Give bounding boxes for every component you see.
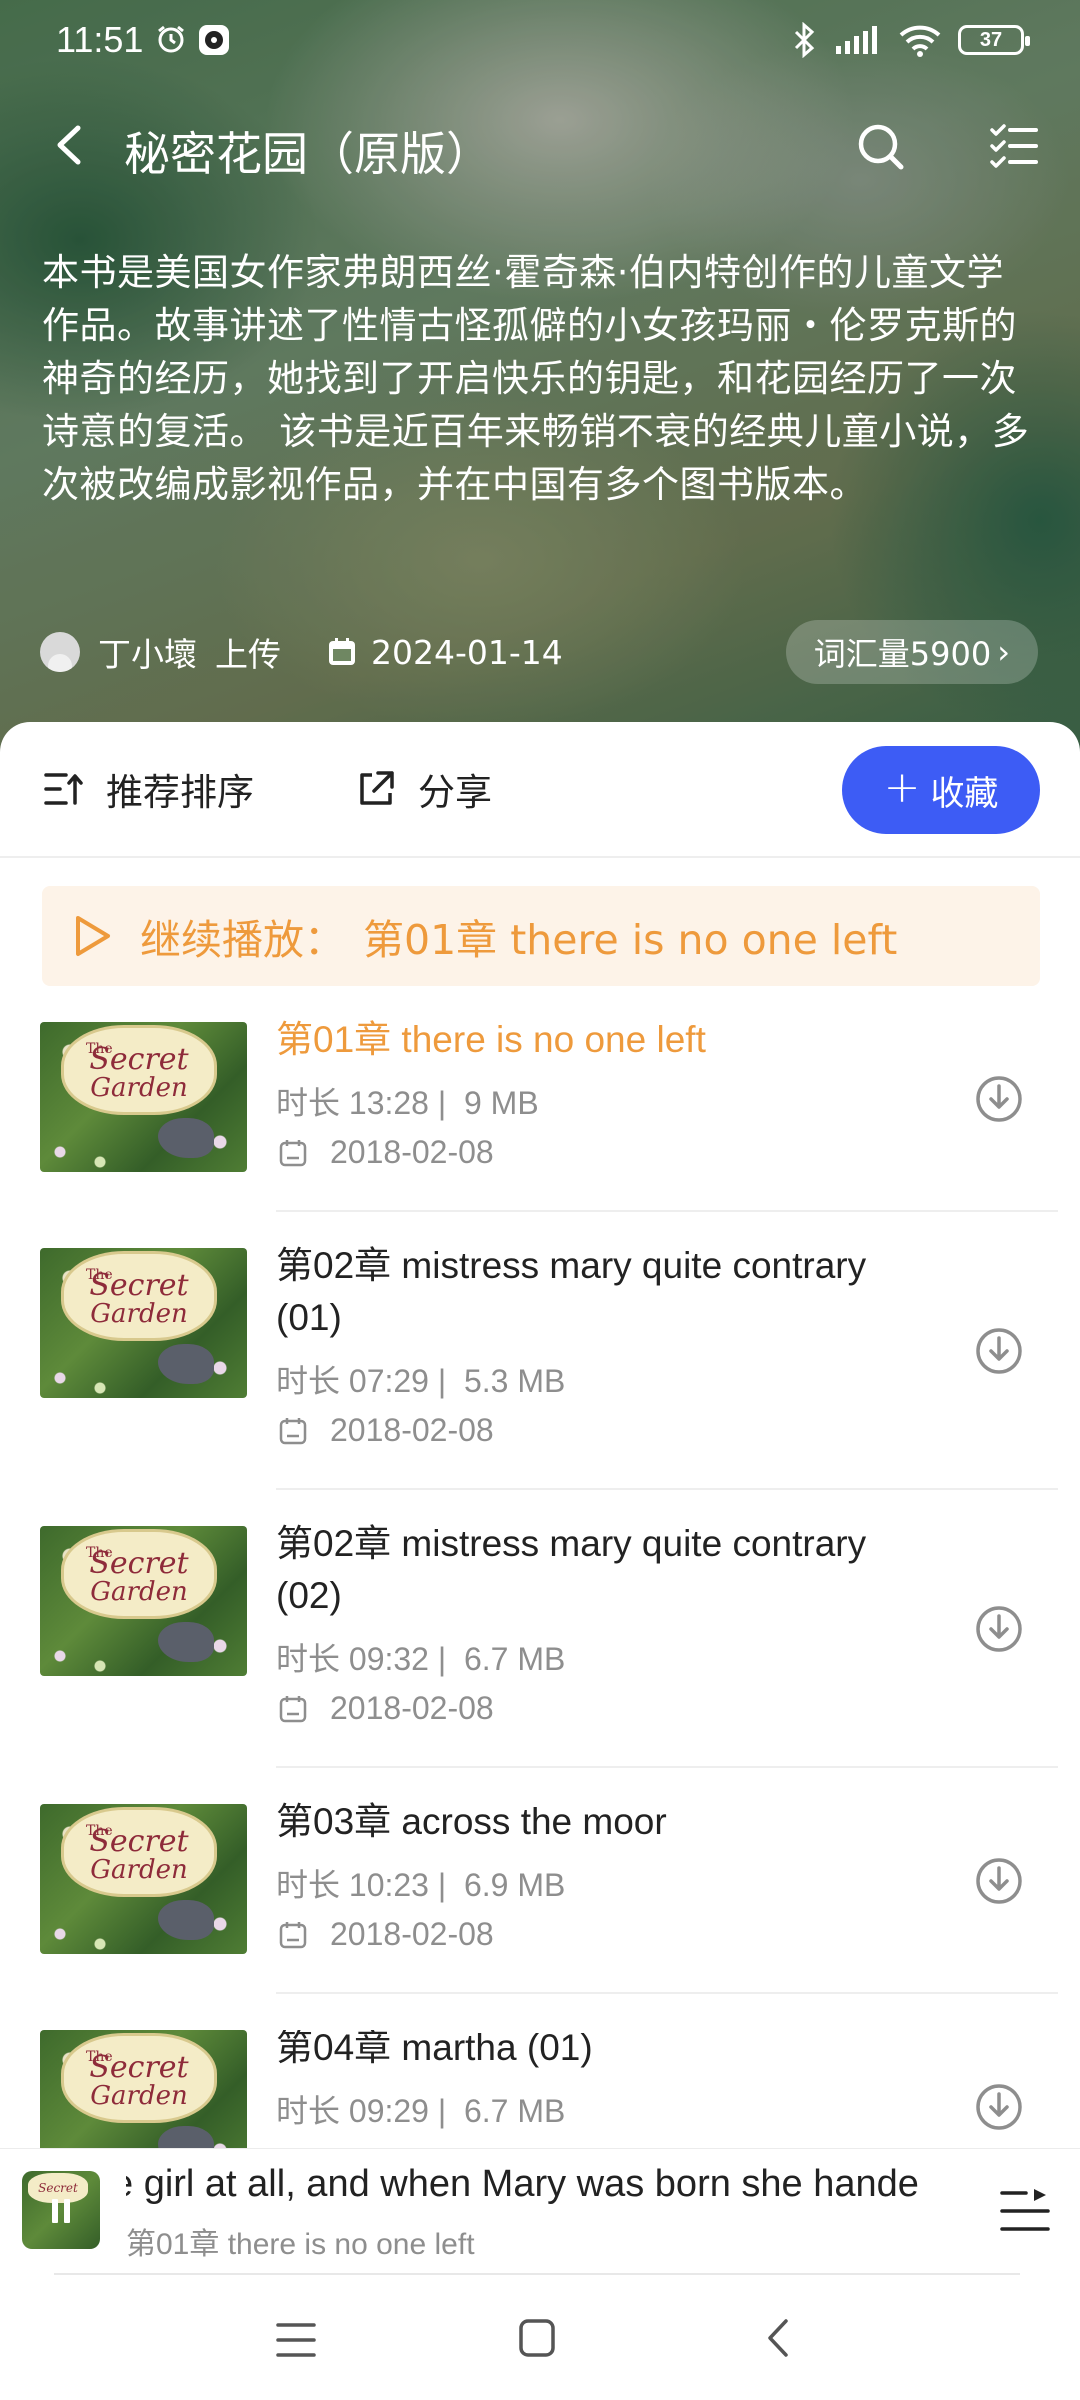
nav-back-icon[interactable] (766, 2318, 790, 2358)
app-notification-icon (199, 25, 230, 55)
episode-meta: 时长 07:29 | 5.3 MB (276, 1356, 565, 1402)
episode-meta: 时长 09:32 | 6.7 MB (276, 1634, 565, 1680)
continue-chapter: 第01章 there is no one left (363, 916, 898, 964)
episode-date: 2018-02-08 (278, 1916, 494, 1953)
calendar-icon (279, 1417, 307, 1444)
continue-play-bar[interactable]: 继续播放： 第01章 there is no one left (42, 886, 1040, 986)
divider (276, 1992, 1058, 1994)
player-lyric: e girl at all, and when Mary was born sh… (126, 2163, 919, 2205)
book-meta: 丁小壞 上传 2024-01-14 词汇量5900 › (40, 616, 1040, 688)
pause-icon[interactable] (52, 2199, 72, 2223)
list-item[interactable]: The Secret Garden 第04章 martha (01) 时长 09:2… (0, 2030, 1080, 2148)
episode-date: 2018-02-08 (278, 1134, 494, 1171)
page-title: 秘密花园（原版） (124, 127, 492, 181)
episode-size: 6.7 MB (463, 1641, 566, 1677)
chevron-right-icon: › (997, 633, 1010, 671)
episode-cover: The Secret Garden (40, 1022, 247, 1172)
system-navigation-bar (0, 2276, 1080, 2400)
plus-icon: + (883, 762, 921, 813)
favorite-label: 收藏 (930, 773, 999, 814)
episode-cover: The Secret Garden (40, 1248, 247, 1398)
episode-title: 第01章 there is no one left (276, 1019, 706, 1060)
divider (276, 1766, 1058, 1768)
book-description: 本书是美国女作家弗朗西丝·霍奇森·伯内特创作的儿童文学作品。故事讲述了性情古怪孤… (42, 251, 1030, 506)
upload-label: 上传 (215, 635, 281, 674)
battery-indicator: 37 (958, 25, 1030, 55)
playlist-icon[interactable] (1000, 2187, 1050, 2235)
share-label: 分享 (418, 771, 492, 814)
status-bar: 11:51 37 (0, 0, 1080, 80)
mini-player[interactable]: Secret e girl at all, and when Mary was … (0, 2148, 1080, 2275)
nav-bar: 秘密花园（原版） (0, 100, 1080, 190)
sort-icon (44, 773, 83, 805)
episode-title: 第03章 across the moor (276, 1801, 667, 1842)
episode-meta: 时长 10:23 | 6.9 MB (276, 1860, 565, 1906)
episode-date: 2018-02-08 (278, 1690, 494, 1727)
bluetooth-icon (794, 22, 815, 58)
back-icon[interactable] (48, 122, 92, 168)
episode-date: 2018-02-08 (278, 1412, 494, 1449)
download-icon[interactable] (974, 1604, 1024, 1654)
episode-cover: The Secret Garden (40, 2030, 247, 2148)
episode-title: 第04章 martha (01) (276, 2030, 593, 2068)
sort-label: 推荐排序 (106, 771, 254, 814)
vocab-button[interactable]: 词汇量5900 › (785, 620, 1038, 684)
favorite-button[interactable]: + 收藏 (842, 746, 1040, 834)
calendar-icon (279, 1139, 307, 1166)
episode-cover: The Secret Garden (40, 1804, 247, 1954)
episode-meta: 时长 09:29 | 6.7 MB (276, 2086, 565, 2132)
calendar-icon (279, 1695, 307, 1722)
episode-duration: 时长 10:23 | (276, 1867, 447, 1903)
signal-icon (836, 26, 877, 54)
download-icon[interactable] (974, 1074, 1024, 1124)
episode-duration: 时长 13:28 | (276, 1085, 447, 1121)
episode-duration: 时长 09:32 | (276, 1641, 447, 1677)
avatar[interactable] (40, 632, 80, 672)
episode-title: 第02章 mistress mary quite contrary (01) (276, 1245, 867, 1338)
divider (54, 2273, 1020, 2275)
wifi-icon (899, 25, 941, 57)
episode-title: 第02章 mistress mary quite contrary (02) (276, 1523, 867, 1616)
vocab-label: 词汇量5900 (813, 635, 992, 673)
play-icon (76, 916, 110, 956)
player-chapter: 第01章 there is no one left (126, 2228, 475, 2261)
episode-meta: 时长 13:28 | 9 MB (276, 1078, 539, 1124)
home-icon[interactable] (518, 2318, 556, 2358)
menu-icon[interactable] (276, 2322, 316, 2358)
download-icon[interactable] (974, 1326, 1024, 1376)
share-icon (360, 771, 394, 805)
calendar-icon (329, 638, 355, 665)
calendar-icon (279, 1921, 307, 1948)
divider (276, 1488, 1058, 1490)
divider (276, 1210, 1058, 1212)
sort-button[interactable]: 推荐排序 (44, 762, 254, 816)
episode-duration: 时长 07:29 | (276, 1363, 447, 1399)
episode-duration: 时长 09:29 | (276, 2093, 447, 2129)
share-button[interactable]: 分享 (356, 762, 492, 816)
book-header: 11:51 37 秘密花园（原版） 本书是美国女作家弗朗西丝·霍奇森·伯内特创作… (0, 0, 1080, 760)
playlist-icon[interactable] (990, 124, 1038, 168)
search-icon[interactable] (856, 122, 906, 172)
status-time: 11:51 (56, 19, 144, 60)
sheet-toolbar: 推荐排序 分享 + 收藏 (0, 722, 1080, 858)
publish-date: 2024-01-14 (371, 632, 563, 672)
episode-size: 5.3 MB (463, 1363, 566, 1399)
download-icon[interactable] (974, 1856, 1024, 1906)
uploader-name[interactable]: 丁小壞 (98, 628, 197, 676)
episode-size: 6.7 MB (463, 2093, 566, 2129)
download-icon[interactable] (974, 2082, 1024, 2132)
alarm-icon (158, 25, 185, 53)
player-cover[interactable]: Secret (22, 2171, 100, 2249)
episode-cover: The Secret Garden (40, 1526, 247, 1676)
continue-label: 继续播放： (140, 916, 345, 964)
episode-size: 9 MB (463, 1085, 539, 1121)
episode-size: 6.9 MB (463, 1867, 566, 1903)
